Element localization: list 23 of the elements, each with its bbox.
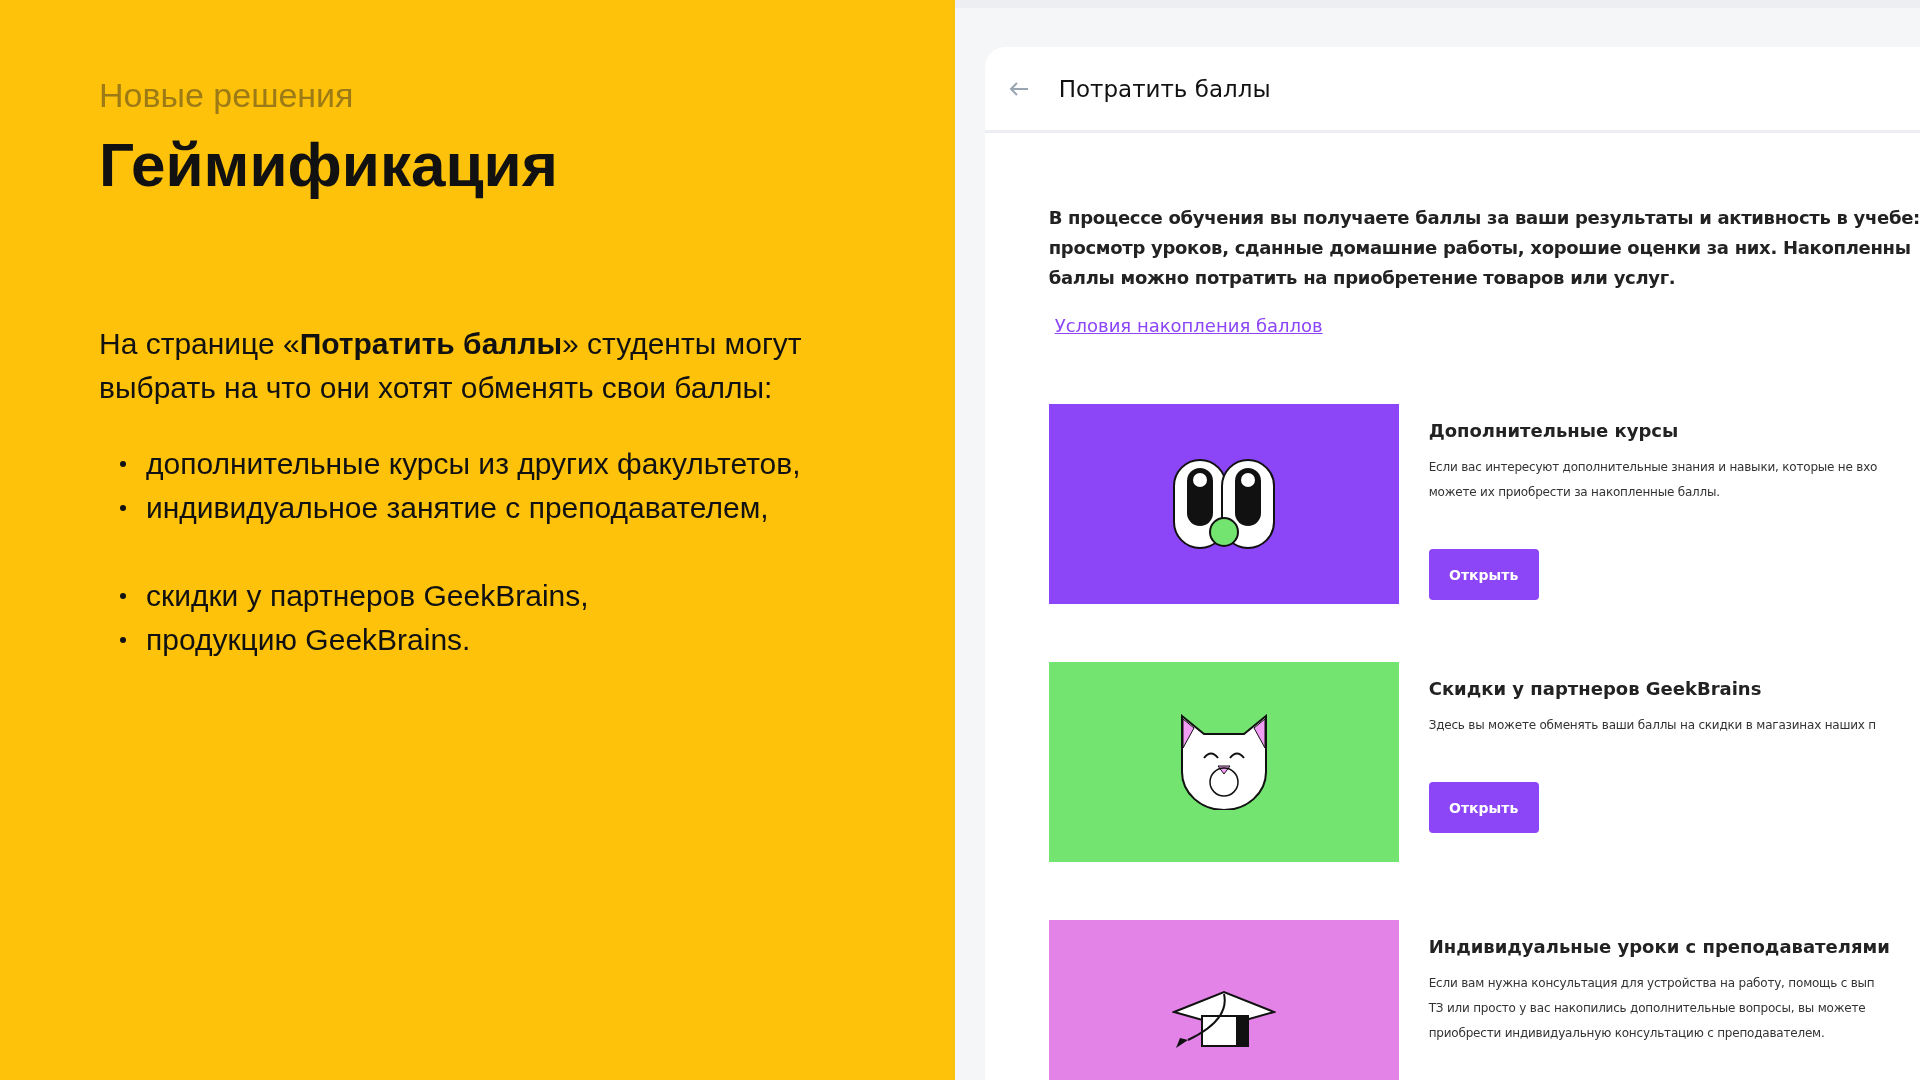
bullet-dot bbox=[120, 637, 126, 643]
card-title: Дополнительные курсы bbox=[1428, 420, 1680, 441]
page-title: Потратить баллы bbox=[1058, 75, 1271, 102]
bullet-text: скидки у партнеров GeekBrains, bbox=[146, 578, 589, 614]
bullet-dot bbox=[120, 505, 126, 511]
card-description: Если вас интересуют дополнительные знания и навыки, которые не вхо можете их приобрести за накопленные баллы. bbox=[1428, 459, 1878, 501]
bullet-text: индивидуальное занятие с преподавателем, bbox=[146, 490, 769, 526]
card-description: Здесь вы можете обменять ваши баллы на скидки в магазинах наших п bbox=[1428, 717, 1876, 734]
card-title: Скидки у партнеров GeekBrains bbox=[1428, 678, 1763, 699]
open-button[interactable]: Открыть bbox=[1428, 782, 1539, 833]
bullet-text: продукцию GeekBrains. bbox=[146, 622, 471, 658]
open-button[interactable]: Открыть bbox=[1428, 549, 1539, 600]
card-title: Индивидуальные уроки с преподавателями bbox=[1428, 936, 1890, 957]
conditions-link[interactable]: Условия накопления баллов bbox=[1054, 315, 1323, 336]
slide-subtitle: Новые решения bbox=[99, 76, 355, 115]
intro-paragraph: В процессе обучения вы получаете баллы за ваши результаты и активность в учебе: просмотр уроков, сданные домашние работы, хорошие оценки за них. Накопленны баллы можно потратить на приобретение товаров или услуг. bbox=[1048, 206, 1920, 290]
card-description: Если вам нужна консультация для устройства на работу, помощь с вып ТЗ или просто у вас накопились дополнительные вопросы, вы можете приобрести индивидуальную консультацию с преподавателем. bbox=[1428, 975, 1876, 1042]
slide-title: Геймификация bbox=[99, 129, 559, 200]
bullet-dot bbox=[120, 593, 126, 599]
back-arrow-icon[interactable] bbox=[1008, 81, 1029, 96]
bullet-dot bbox=[120, 461, 126, 467]
bullet-text: дополнительные курсы из других факультетов, bbox=[146, 446, 801, 482]
slide-paragraph: На странице «Потратить баллы» студенты могут выбрать на что они хотят обменять свои баллы: bbox=[99, 326, 803, 406]
